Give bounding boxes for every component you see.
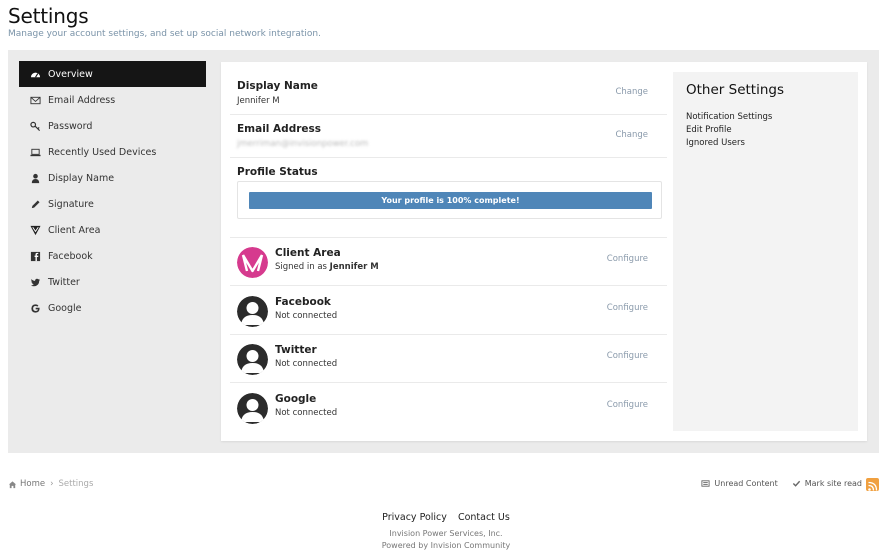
settings-sidebar: Overview Email Address Password Recently… bbox=[19, 61, 206, 321]
facebook-icon bbox=[29, 250, 41, 262]
display-name-value: Jennifer M bbox=[237, 96, 280, 106]
sidebar-item-label: Google bbox=[48, 302, 82, 314]
mark-site-read-label: Mark site read bbox=[804, 479, 862, 488]
footer-powered-by[interactable]: Powered by Invision Community bbox=[0, 541, 892, 550]
sidebar-item-label: Signature bbox=[48, 198, 94, 210]
configure-client-area-link[interactable]: Configure bbox=[607, 254, 648, 264]
change-display-name-link[interactable]: Change bbox=[615, 87, 648, 97]
laptop-icon bbox=[29, 146, 41, 158]
sidebar-item-twitter[interactable]: Twitter bbox=[19, 269, 206, 295]
profile-progress-box: Your profile is 100% complete! bbox=[237, 181, 662, 219]
social-name: Google bbox=[275, 393, 317, 405]
social-name: Facebook bbox=[275, 296, 331, 308]
sidebar-item-email-address[interactable]: Email Address bbox=[19, 87, 206, 113]
rss-icon[interactable] bbox=[866, 478, 879, 491]
social-row-facebook: Facebook Not connected Configure bbox=[230, 287, 667, 335]
ignored-users-link[interactable]: Ignored Users bbox=[686, 138, 745, 148]
overview-panel: Display Name Jennifer M Change Email Add… bbox=[221, 62, 867, 441]
page-title: Settings bbox=[8, 4, 89, 28]
mark-site-read-link[interactable]: Mark site read bbox=[792, 479, 862, 488]
sidebar-item-label: Display Name bbox=[48, 172, 115, 184]
breadcrumb-home-link[interactable]: Home bbox=[20, 479, 45, 489]
email-address-value: jmerriman@invisionpower.com bbox=[237, 139, 369, 149]
sidebar-item-google[interactable]: Google bbox=[19, 295, 206, 321]
sidebar-item-overview[interactable]: Overview bbox=[19, 61, 206, 87]
social-status: Signed in as Jennifer M bbox=[275, 262, 379, 272]
profile-progress-text: Your profile is 100% complete! bbox=[381, 196, 520, 205]
configure-twitter-link[interactable]: Configure bbox=[607, 351, 648, 361]
sidebar-item-label: Overview bbox=[48, 68, 93, 80]
sidebar-item-label: Facebook bbox=[48, 250, 93, 262]
profile-progress-bar: Your profile is 100% complete! bbox=[249, 192, 652, 209]
social-status: Not connected bbox=[275, 359, 338, 369]
email-address-title: Email Address bbox=[237, 123, 322, 135]
breadcrumb: Home › Settings bbox=[8, 479, 93, 489]
sidebar-item-signature[interactable]: Signature bbox=[19, 191, 206, 217]
unread-content-link[interactable]: Unread Content bbox=[701, 479, 778, 488]
social-status: Not connected bbox=[275, 311, 338, 321]
default-avatar-icon bbox=[237, 296, 268, 327]
social-row-client-area: Client Area Signed in as Jennifer M Conf… bbox=[230, 238, 667, 286]
social-name: Twitter bbox=[275, 344, 317, 356]
sidebar-item-label: Recently Used Devices bbox=[48, 146, 157, 158]
user-icon bbox=[29, 172, 41, 184]
other-settings-panel: Other Settings Notification Settings Edi… bbox=[673, 72, 858, 431]
sidebar-item-label: Twitter bbox=[48, 276, 80, 288]
sidebar-item-label: Email Address bbox=[48, 94, 116, 106]
page-subtitle: Manage your account settings, and set up… bbox=[8, 29, 321, 39]
default-avatar-icon bbox=[237, 344, 268, 375]
newspaper-icon bbox=[701, 480, 710, 487]
social-status: Not connected bbox=[275, 408, 338, 418]
key-icon bbox=[29, 120, 41, 132]
sidebar-item-facebook[interactable]: Facebook bbox=[19, 243, 206, 269]
profile-status-row: Profile Status Your profile is 100% comp… bbox=[230, 158, 667, 238]
checkmark-icon bbox=[792, 480, 800, 487]
sidebar-item-recently-used-devices[interactable]: Recently Used Devices bbox=[19, 139, 206, 165]
chevron-right-icon: › bbox=[50, 479, 54, 489]
display-name-title: Display Name bbox=[237, 80, 318, 92]
status-prefix: Signed in as bbox=[275, 262, 330, 272]
sidebar-item-label: Client Area bbox=[48, 224, 101, 236]
footer-company: Invision Power Services, Inc. bbox=[389, 529, 503, 538]
configure-facebook-link[interactable]: Configure bbox=[607, 303, 648, 313]
pencil-icon bbox=[29, 198, 41, 210]
client-area-logo-icon bbox=[237, 247, 268, 278]
social-row-twitter: Twitter Not connected Configure bbox=[230, 335, 667, 383]
email-address-row: Email Address jmerriman@invisionpower.co… bbox=[230, 115, 667, 158]
client-area-logo-icon bbox=[29, 224, 41, 236]
home-icon bbox=[8, 480, 17, 489]
privacy-policy-link[interactable]: Privacy Policy bbox=[382, 512, 447, 523]
breadcrumb-current: Settings bbox=[58, 479, 94, 489]
footer-links: Privacy Policy Contact Us bbox=[0, 512, 892, 523]
sidebar-item-password[interactable]: Password bbox=[19, 113, 206, 139]
dashboard-icon bbox=[29, 68, 41, 80]
edit-profile-link[interactable]: Edit Profile bbox=[686, 125, 732, 135]
footer-actions: Unread Content Mark site read bbox=[687, 479, 862, 488]
google-icon bbox=[29, 302, 41, 314]
sidebar-item-display-name[interactable]: Display Name bbox=[19, 165, 206, 191]
envelope-icon bbox=[29, 94, 41, 106]
social-name: Client Area bbox=[275, 247, 341, 259]
default-avatar-icon bbox=[237, 393, 268, 424]
notification-settings-link[interactable]: Notification Settings bbox=[686, 112, 772, 122]
status-user: Jennifer M bbox=[329, 262, 379, 272]
social-row-google: Google Not connected Configure bbox=[230, 384, 667, 432]
configure-google-link[interactable]: Configure bbox=[607, 400, 648, 410]
twitter-icon bbox=[29, 276, 41, 288]
other-settings-title: Other Settings bbox=[686, 82, 784, 98]
sidebar-item-label: Password bbox=[48, 120, 93, 132]
contact-us-link[interactable]: Contact Us bbox=[458, 512, 510, 523]
sidebar-item-client-area[interactable]: Client Area bbox=[19, 217, 206, 243]
unread-content-label: Unread Content bbox=[714, 479, 778, 488]
profile-status-title: Profile Status bbox=[237, 166, 318, 178]
change-email-link[interactable]: Change bbox=[615, 130, 648, 140]
display-name-row: Display Name Jennifer M Change bbox=[230, 72, 667, 115]
